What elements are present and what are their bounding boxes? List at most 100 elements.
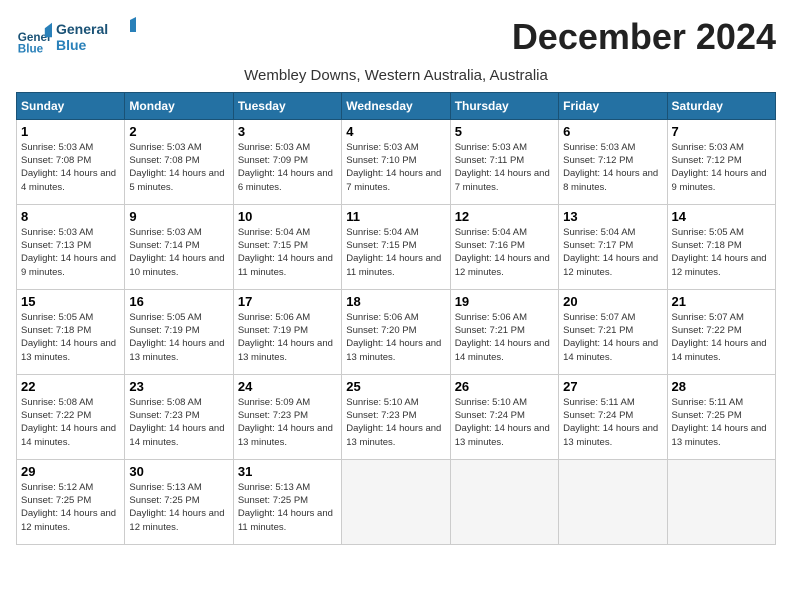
calendar-cell: 22 Sunrise: 5:08 AMSunset: 7:22 PMDayligh…: [17, 374, 125, 459]
day-number: 21: [672, 294, 771, 309]
calendar-cell: [667, 459, 775, 544]
calendar-cell: 24Sunrise: 5:09 AMSunset: 7:23 PMDayligh…: [233, 374, 341, 459]
day-info: Sunrise: 5:12 AMSunset: 7:25 PMDaylight:…: [21, 481, 120, 534]
calendar-cell: 23Sunrise: 5:08 AMSunset: 7:23 PMDayligh…: [125, 374, 233, 459]
calendar-cell: [559, 459, 667, 544]
calendar-cell: 9 Sunrise: 5:03 AMSunset: 7:14 PMDaylight…: [125, 204, 233, 289]
calendar-cell: 13Sunrise: 5:04 AMSunset: 7:17 PMDayligh…: [559, 204, 667, 289]
day-info: Sunrise: 5:07 AMSunset: 7:21 PMDaylight:…: [563, 311, 662, 364]
day-number: 12: [455, 209, 554, 224]
day-info: Sunrise: 5:05 AMSunset: 7:19 PMDaylight:…: [129, 311, 228, 364]
calendar-cell: 19 Sunrise: 5:06 AMSunset: 7:21 PMDayligh…: [450, 289, 558, 374]
day-info: Sunrise: 5:04 AMSunset: 7:15 PMDaylight:…: [238, 226, 337, 279]
day-number: 24: [238, 379, 337, 394]
month-title: December 2024: [512, 16, 776, 58]
day-info: Sunrise: 5:11 AMSunset: 7:24 PMDaylight:…: [563, 396, 662, 449]
calendar-cell: 12Sunrise: 5:04 AMSunset: 7:16 PMDayligh…: [450, 204, 558, 289]
day-number: 17: [238, 294, 337, 309]
day-number: 22: [21, 379, 120, 394]
day-number: 29: [21, 464, 120, 479]
calendar-cell: [342, 459, 450, 544]
calendar-cell: 4 Sunrise: 5:03 AMSunset: 7:10 PMDaylight…: [342, 119, 450, 204]
header-friday: Friday: [559, 92, 667, 119]
day-number: 3: [238, 124, 337, 139]
day-info: Sunrise: 5:06 AMSunset: 7:19 PMDaylight:…: [238, 311, 337, 364]
day-info: Sunrise: 5:03 AMSunset: 7:09 PMDaylight:…: [238, 141, 337, 194]
calendar-cell: 1Sunrise: 5:03 AMSunset: 7:08 PMDaylight…: [17, 119, 125, 204]
day-info: Sunrise: 5:03 AMSunset: 7:11 PMDaylight:…: [455, 141, 554, 194]
day-info: Sunrise: 5:03 AMSunset: 7:12 PMDaylight:…: [563, 141, 662, 194]
subtitle: Wembley Downs, Western Australia, Austra…: [16, 67, 776, 84]
day-info: Sunrise: 5:08 AMSunset: 7:22 PMDaylight:…: [21, 396, 120, 449]
day-info: Sunrise: 5:03 AMSunset: 7:14 PMDaylight:…: [129, 226, 228, 279]
day-number: 18: [346, 294, 445, 309]
day-info: Sunrise: 5:08 AMSunset: 7:23 PMDaylight:…: [129, 396, 228, 449]
calendar-cell: 26 Sunrise: 5:10 AMSunset: 7:24 PMDayligh…: [450, 374, 558, 459]
day-number: 31: [238, 464, 337, 479]
day-number: 4: [346, 124, 445, 139]
day-number: 27: [563, 379, 662, 394]
svg-text:Blue: Blue: [18, 43, 44, 56]
calendar-week-3: 15Sunrise: 5:05 AMSunset: 7:18 PMDayligh…: [17, 289, 776, 374]
calendar-week-1: 1Sunrise: 5:03 AMSunset: 7:08 PMDaylight…: [17, 119, 776, 204]
day-info: Sunrise: 5:03 AMSunset: 7:08 PMDaylight:…: [21, 141, 120, 194]
day-info: Sunrise: 5:13 AMSunset: 7:25 PMDaylight:…: [129, 481, 228, 534]
day-number: 30: [129, 464, 228, 479]
calendar-cell: 17 Sunrise: 5:06 AMSunset: 7:19 PMDayligh…: [233, 289, 341, 374]
calendar-cell: 28 Sunrise: 5:11 AMSunset: 7:25 PMDayligh…: [667, 374, 775, 459]
day-info: Sunrise: 5:11 AMSunset: 7:25 PMDaylight:…: [672, 396, 771, 449]
header-thursday: Thursday: [450, 92, 558, 119]
calendar-cell: 30 Sunrise: 5:13 AMSunset: 7:25 PMDayligh…: [125, 459, 233, 544]
calendar-cell: [450, 459, 558, 544]
calendar-cell: 31 Sunrise: 5:13 AMSunset: 7:25 PMDayligh…: [233, 459, 341, 544]
calendar-cell: 25 Sunrise: 5:10 AMSunset: 7:23 PMDayligh…: [342, 374, 450, 459]
calendar-cell: 20 Sunrise: 5:07 AMSunset: 7:21 PMDayligh…: [559, 289, 667, 374]
day-number: 28: [672, 379, 771, 394]
day-number: 10: [238, 209, 337, 224]
calendar-cell: 11 Sunrise: 5:04 AMSunset: 7:15 PMDayligh…: [342, 204, 450, 289]
calendar-cell: 14Sunrise: 5:05 AMSunset: 7:18 PMDayligh…: [667, 204, 775, 289]
day-number: 2: [129, 124, 228, 139]
calendar-cell: 21Sunrise: 5:07 AMSunset: 7:22 PMDayligh…: [667, 289, 775, 374]
calendar-cell: 29 Sunrise: 5:12 AMSunset: 7:25 PMDayligh…: [17, 459, 125, 544]
calendar-cell: 18 Sunrise: 5:06 AMSunset: 7:20 PMDayligh…: [342, 289, 450, 374]
day-number: 19: [455, 294, 554, 309]
day-info: Sunrise: 5:03 AMSunset: 7:08 PMDaylight:…: [129, 141, 228, 194]
calendar-cell: 27 Sunrise: 5:11 AMSunset: 7:24 PMDayligh…: [559, 374, 667, 459]
calendar-cell: 15Sunrise: 5:05 AMSunset: 7:18 PMDayligh…: [17, 289, 125, 374]
day-number: 9: [129, 209, 228, 224]
day-info: Sunrise: 5:05 AMSunset: 7:18 PMDaylight:…: [672, 226, 771, 279]
calendar-week-5: 29 Sunrise: 5:12 AMSunset: 7:25 PMDayligh…: [17, 459, 776, 544]
day-number: 25: [346, 379, 445, 394]
day-number: 13: [563, 209, 662, 224]
calendar-week-4: 22 Sunrise: 5:08 AMSunset: 7:22 PMDayligh…: [17, 374, 776, 459]
day-number: 5: [455, 124, 554, 139]
svg-text:General: General: [56, 21, 108, 37]
calendar-cell: 8Sunrise: 5:03 AMSunset: 7:13 PMDaylight…: [17, 204, 125, 289]
header-wednesday: Wednesday: [342, 92, 450, 119]
day-info: Sunrise: 5:04 AMSunset: 7:15 PMDaylight:…: [346, 226, 445, 279]
day-info: Sunrise: 5:03 AMSunset: 7:12 PMDaylight:…: [672, 141, 771, 194]
logo-icon: General Blue: [16, 21, 52, 57]
calendar-cell: 10 Sunrise: 5:04 AMSunset: 7:15 PMDayligh…: [233, 204, 341, 289]
day-info: Sunrise: 5:06 AMSunset: 7:20 PMDaylight:…: [346, 311, 445, 364]
day-number: 11: [346, 209, 445, 224]
day-number: 8: [21, 209, 120, 224]
calendar-week-2: 8Sunrise: 5:03 AMSunset: 7:13 PMDaylight…: [17, 204, 776, 289]
calendar-header-row: SundayMondayTuesdayWednesdayThursdayFrid…: [17, 92, 776, 119]
svg-text:Blue: Blue: [56, 37, 87, 53]
logo-svg: General Blue: [56, 16, 136, 58]
day-info: Sunrise: 5:03 AMSunset: 7:10 PMDaylight:…: [346, 141, 445, 194]
header-sunday: Sunday: [17, 92, 125, 119]
day-info: Sunrise: 5:10 AMSunset: 7:24 PMDaylight:…: [455, 396, 554, 449]
day-info: Sunrise: 5:10 AMSunset: 7:23 PMDaylight:…: [346, 396, 445, 449]
day-number: 20: [563, 294, 662, 309]
header: General Blue General Blue December 2024: [16, 16, 776, 63]
calendar-cell: 7Sunrise: 5:03 AMSunset: 7:12 PMDaylight…: [667, 119, 775, 204]
day-number: 15: [21, 294, 120, 309]
day-number: 26: [455, 379, 554, 394]
day-info: Sunrise: 5:13 AMSunset: 7:25 PMDaylight:…: [238, 481, 337, 534]
calendar-cell: 5 Sunrise: 5:03 AMSunset: 7:11 PMDaylight…: [450, 119, 558, 204]
day-info: Sunrise: 5:06 AMSunset: 7:21 PMDaylight:…: [455, 311, 554, 364]
calendar-cell: 2 Sunrise: 5:03 AMSunset: 7:08 PMDaylight…: [125, 119, 233, 204]
